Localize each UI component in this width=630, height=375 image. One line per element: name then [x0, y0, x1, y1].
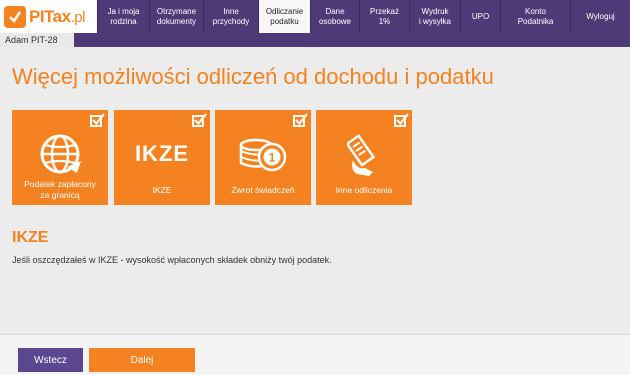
tile-inne-odliczenia[interactable]: Inne odliczenia	[316, 110, 412, 205]
checkbox-checked-icon[interactable]	[90, 113, 105, 127]
nav-przekaz-1-procent[interactable]: Przekaż 1%	[360, 0, 410, 33]
nav-konto-podatnika[interactable]: Konto Podatnika	[501, 0, 571, 33]
checkbox-checked-icon[interactable]	[394, 113, 409, 127]
svg-text:1: 1	[269, 151, 276, 165]
section-title: IKZE	[12, 229, 49, 246]
logo-text: PITax.pl	[29, 6, 85, 26]
nav-otrzymane-dokumenty[interactable]: Otrzymane dokumenty	[150, 0, 204, 33]
globe-icon	[12, 130, 108, 178]
checkbox-checked-icon[interactable]	[192, 113, 207, 127]
top-navigation: PITax.pl Ja i moja rodzina Otrzymane dok…	[0, 0, 630, 33]
next-button[interactable]: Dalej	[89, 348, 195, 372]
tile-podatek-za-granica[interactable]: Podatek zapłacony za granicą	[12, 110, 108, 205]
money-icon	[316, 130, 412, 178]
tile-label: Inne odliczenia	[335, 184, 393, 195]
nav-wydruk-i-wysylka[interactable]: Wydruk i wysyłka	[410, 0, 461, 33]
nav-upo[interactable]: UPO	[461, 0, 501, 33]
back-button[interactable]: Wstecz	[18, 348, 83, 372]
logo-check-icon	[4, 5, 26, 28]
nav-ja-i-moja-rodzina[interactable]: Ja i moja rodzina	[98, 0, 150, 33]
checkbox-checked-icon[interactable]	[293, 113, 308, 127]
coins-icon: 1	[215, 130, 311, 178]
nav-dane-osobowe[interactable]: Dane osobowe	[311, 0, 360, 33]
nav-inne-przychody[interactable]: Inne przychody	[204, 0, 259, 33]
section-description: Jeśli oszczędzałeś w IKZE - wysokość wpł…	[12, 255, 332, 265]
page-title: Więcej możliwości odliczeń od dochodu i …	[12, 64, 494, 89]
tile-label: IKZE	[152, 184, 172, 195]
nav-odliczanie-podatku[interactable]: Odliczanie podatku	[259, 0, 311, 33]
tile-ikze[interactable]: IKZE IKZE	[114, 110, 210, 205]
footer-bar: Wstecz Dalej	[0, 334, 630, 375]
nav-wyloguj[interactable]: Wyloguj	[571, 0, 630, 33]
tile-label: Zwrot świadczeń	[231, 184, 295, 195]
pitax-logo[interactable]: PITax.pl	[0, 0, 98, 33]
sub-tab-bar: Adam PIT-28	[0, 33, 630, 47]
subtab-adam-pit28[interactable]: Adam PIT-28	[0, 33, 74, 47]
tile-zwrot-swiadczen[interactable]: 1 Zwrot świadczeń	[215, 110, 311, 205]
ikze-text-icon: IKZE	[134, 141, 190, 166]
tile-label: Podatek zapłacony za granicą	[24, 179, 96, 200]
